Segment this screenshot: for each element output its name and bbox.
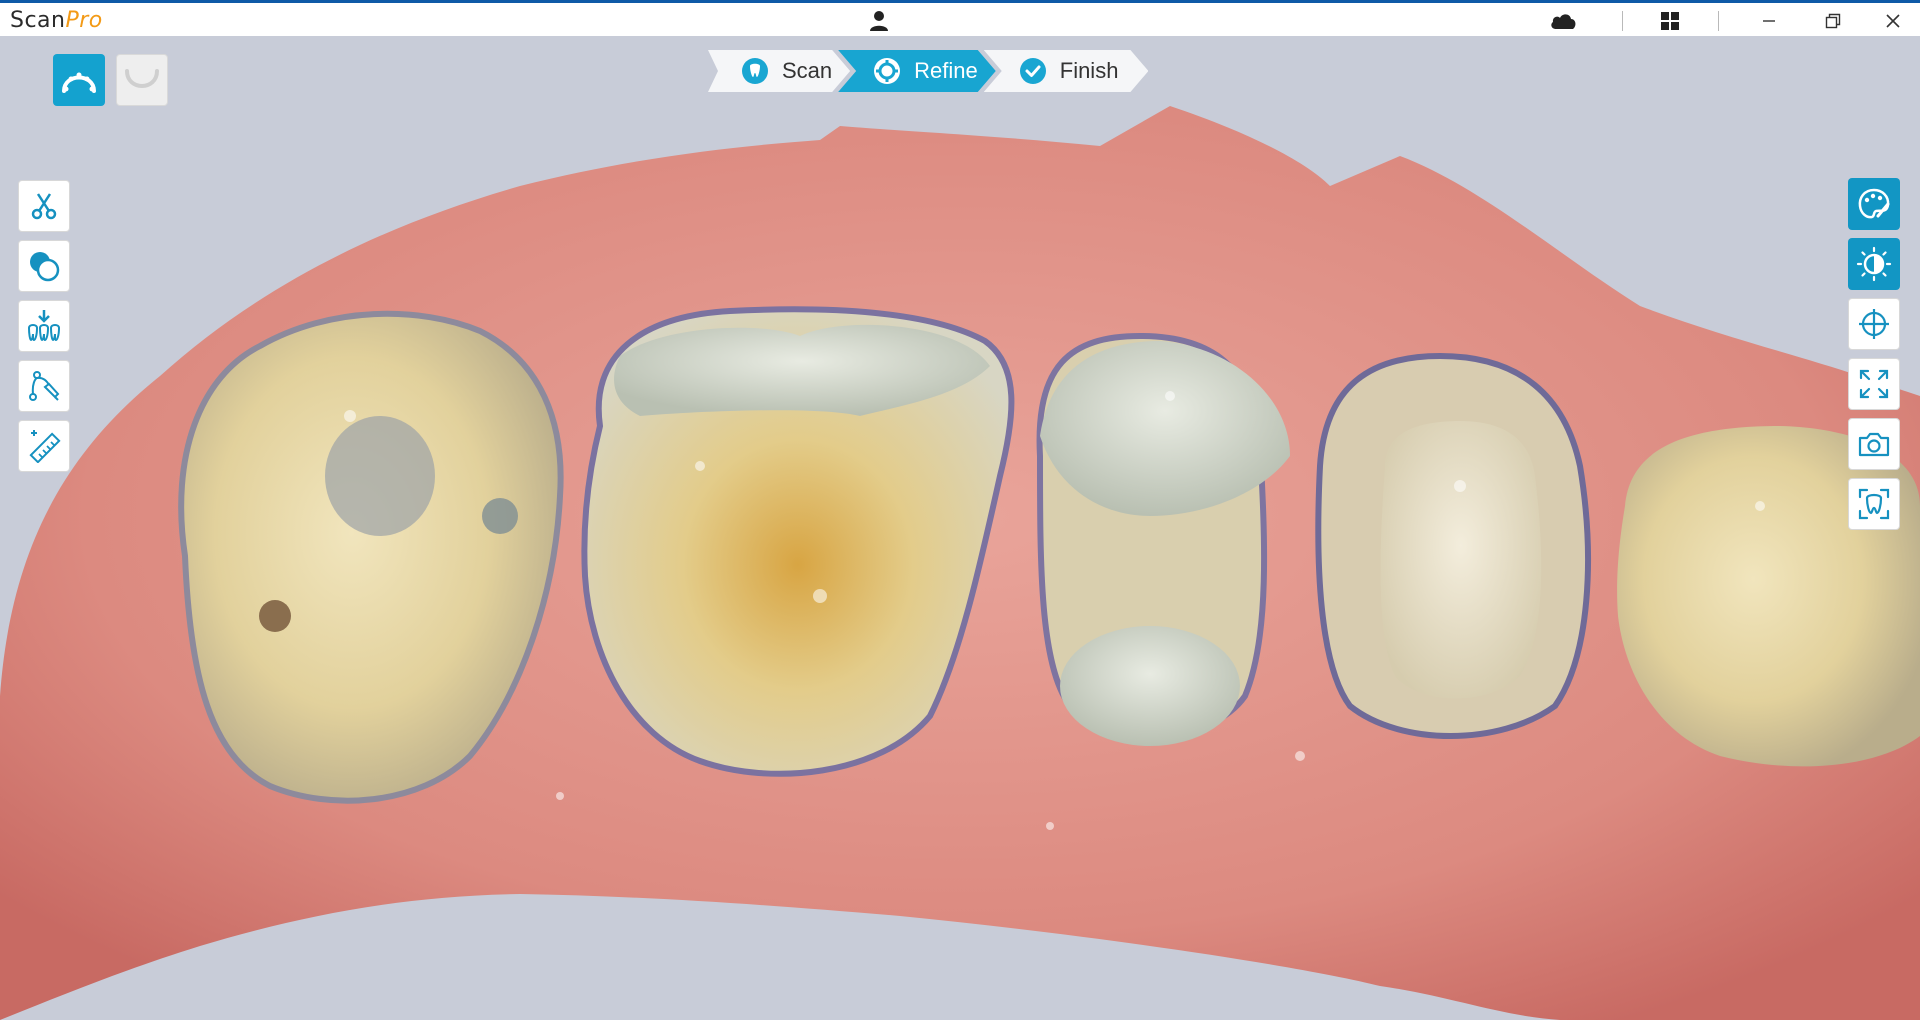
center-view-button[interactable] <box>1848 298 1900 350</box>
lower-jaw-button[interactable] <box>116 54 168 106</box>
lower-jaw-icon <box>125 69 159 88</box>
crosshair-icon <box>1859 309 1889 339</box>
minimize-icon[interactable] <box>1754 7 1784 35</box>
ruler-icon <box>29 430 61 463</box>
workflow-stepper: Scan Refine Finish <box>708 50 1136 92</box>
title-bar: Scan Pro <box>0 0 1920 36</box>
checkmark-icon <box>1018 56 1048 86</box>
upper-jaw-button[interactable] <box>53 54 105 106</box>
dental-scan-model[interactable] <box>0 36 1920 1020</box>
merge-tool-button[interactable] <box>18 240 70 292</box>
trim-tool-button[interactable] <box>18 180 70 232</box>
restore-icon[interactable] <box>1818 7 1848 35</box>
user-icon[interactable] <box>864 7 894 35</box>
measure-tool-button[interactable] <box>18 420 70 472</box>
scan-viewport[interactable]: Scan Refine Finish <box>0 36 1920 1020</box>
contrast-icon <box>1856 246 1892 282</box>
tooth-scan-icon <box>740 56 770 86</box>
step-refine[interactable]: Refine <box>838 50 996 92</box>
tooth-shadow <box>325 416 435 536</box>
step-finish[interactable]: Finish <box>984 50 1149 92</box>
fit-view-button[interactable] <box>1848 358 1900 410</box>
step-scan[interactable]: Scan <box>708 50 850 92</box>
cavity-spot <box>482 498 518 534</box>
curve-pen-icon <box>29 371 60 401</box>
titlebar-separator <box>1718 11 1719 31</box>
scissors-icon <box>31 193 57 220</box>
snapshot-button[interactable] <box>1848 418 1900 470</box>
gear-icon <box>872 56 902 86</box>
color-texture-button[interactable] <box>1848 178 1900 230</box>
upper-jaw-icon <box>62 72 96 93</box>
apps-grid-icon[interactable] <box>1655 7 1685 35</box>
tooth-icon <box>1858 488 1890 520</box>
fullscreen-icon <box>1859 369 1889 399</box>
camera-icon <box>1858 432 1890 457</box>
cavity-spot <box>259 600 291 632</box>
palette-icon <box>1858 188 1890 219</box>
app-logo: Scan Pro <box>10 7 103 33</box>
step-label: Scan <box>782 58 833 83</box>
step-label: Refine <box>914 58 978 83</box>
prepared-stump <box>1380 421 1542 699</box>
titlebar-separator <box>1622 11 1623 31</box>
contrast-button[interactable] <box>1848 238 1900 290</box>
import-teeth-button[interactable] <box>18 300 70 352</box>
step-label: Finish <box>1059 58 1119 83</box>
close-icon[interactable] <box>1878 7 1908 35</box>
margin-line-button[interactable] <box>18 360 70 412</box>
import-teeth-icon <box>27 310 61 342</box>
cloud-icon[interactable] <box>1548 7 1578 35</box>
tooth-view-button[interactable] <box>1848 478 1900 530</box>
tooth-enamel-lower <box>1060 626 1240 746</box>
overlap-circles-icon <box>30 252 60 282</box>
